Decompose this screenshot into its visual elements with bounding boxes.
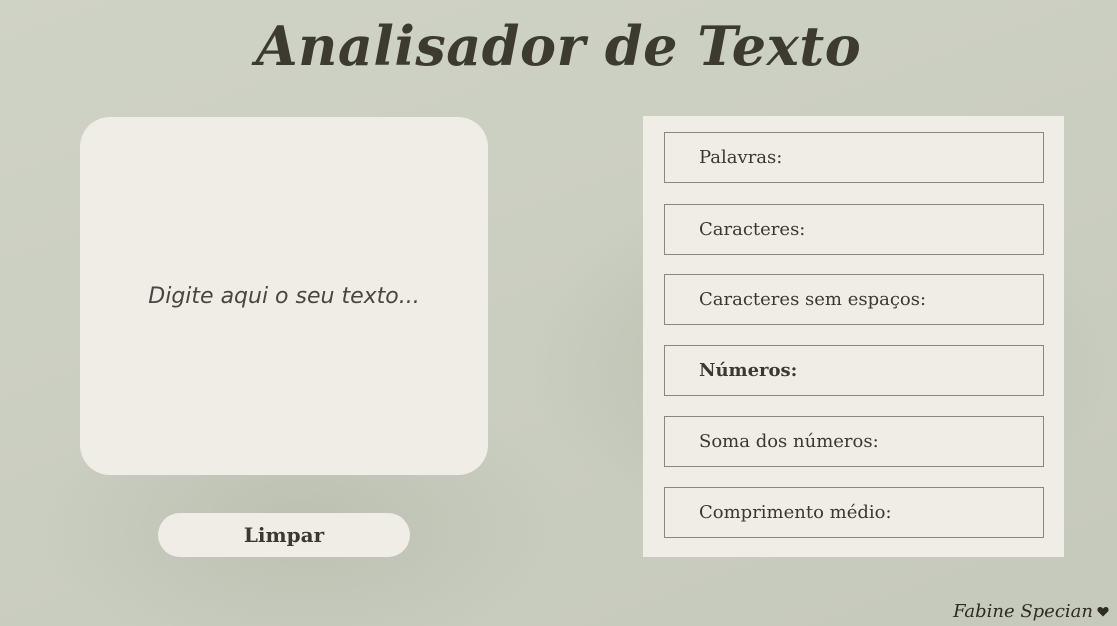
stat-words-label: Palavras:	[699, 147, 783, 168]
author-signature[interactable]: Fabine Specian	[953, 601, 1109, 622]
stat-average-length: Comprimento médio:	[664, 487, 1044, 538]
heart-icon	[1097, 606, 1109, 617]
page-title: Analisador de Texto	[255, 14, 862, 78]
stat-characters-label: Caracteres:	[699, 219, 806, 240]
stat-numbers-sum-label: Soma dos números:	[699, 431, 879, 452]
text-input-area[interactable]: Digite aqui o seu texto...	[80, 117, 488, 475]
text-input-placeholder: Digite aqui o seu texto...	[148, 283, 420, 309]
stat-characters: Caracteres:	[664, 204, 1044, 255]
stat-numbers-label: Números:	[699, 360, 798, 381]
signature-text: Fabine Specian	[953, 601, 1093, 622]
stat-words: Palavras:	[664, 132, 1044, 183]
stat-numbers: Números:	[664, 345, 1044, 396]
stat-characters-no-spaces-label: Caracteres sem espaços:	[699, 289, 927, 310]
stat-characters-no-spaces: Caracteres sem espaços:	[664, 274, 1044, 325]
stat-average-length-label: Comprimento médio:	[699, 502, 892, 523]
clear-button[interactable]: Limpar	[158, 513, 410, 557]
stat-numbers-sum: Soma dos números:	[664, 416, 1044, 467]
stats-panel: Palavras: Caracteres: Caracteres sem esp…	[643, 116, 1064, 557]
